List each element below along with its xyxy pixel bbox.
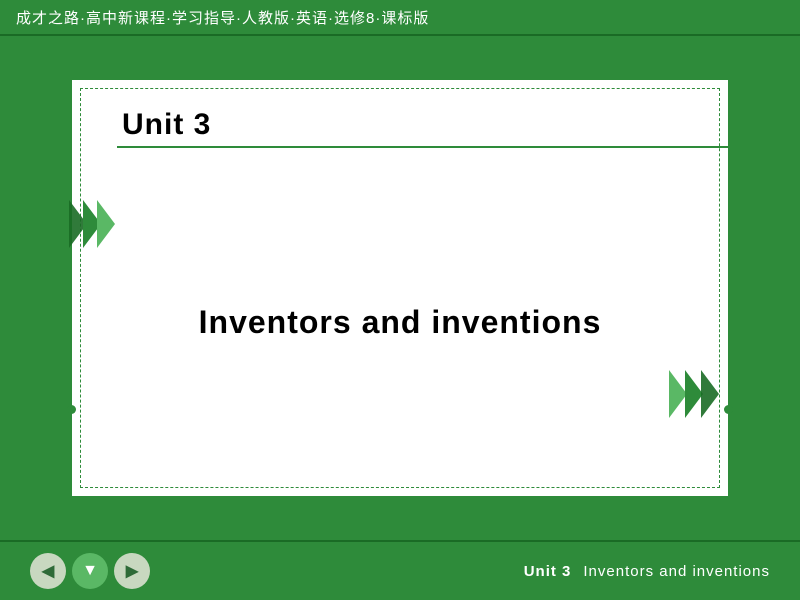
dot-left	[67, 405, 76, 414]
unit-label: Unit 3	[122, 108, 211, 142]
footer-subtitle: Inventors and inventions	[583, 563, 770, 580]
nav-buttons: ◀ ▼ ▶	[30, 553, 150, 589]
nav-next-button[interactable]: ▶	[114, 553, 150, 589]
header-bar: 成才之路·高中新课程·学习指导·人教版·英语·选修8·课标版	[0, 0, 800, 36]
right-chevron-decoration	[669, 366, 731, 422]
footer-unit-label: Unit 3	[524, 563, 572, 580]
footer-info: Unit 3 Inventors and inventions	[524, 563, 770, 580]
main-title: Inventors and inventions	[199, 304, 602, 341]
header-title: 成才之路·高中新课程·学习指导·人教版·英语·选修8·课标版	[16, 7, 429, 28]
main-title-area: Inventors and inventions	[72, 148, 728, 496]
main-content: Unit 3 Inventors and inventions	[0, 36, 800, 540]
left-chevron-decoration	[69, 196, 127, 252]
footer-bar: ◀ ▼ ▶ Unit 3 Inventors and inventions	[0, 540, 800, 600]
nav-home-button[interactable]: ▼	[72, 553, 108, 589]
unit-header: Unit 3	[72, 80, 728, 142]
nav-prev-button[interactable]: ◀	[30, 553, 66, 589]
slide-container: Unit 3 Inventors and inventions	[70, 78, 730, 498]
